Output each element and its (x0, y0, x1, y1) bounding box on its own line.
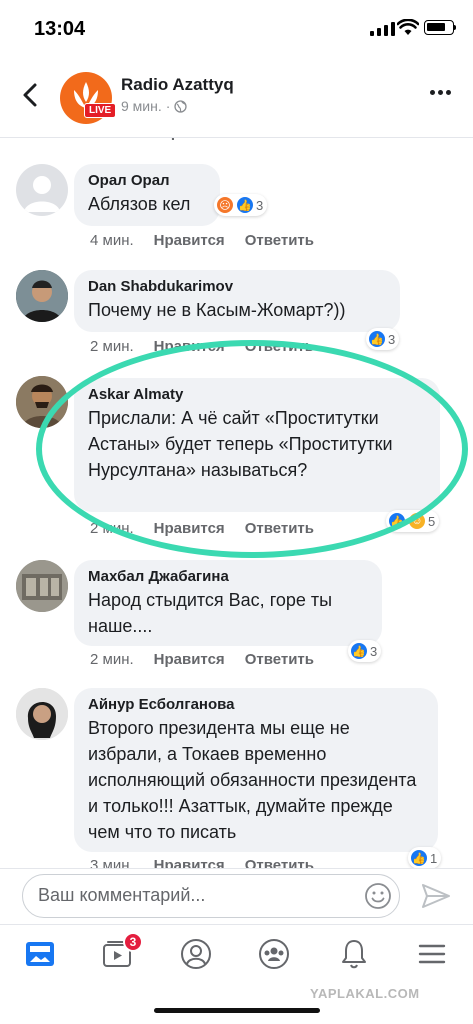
user-photo (16, 376, 68, 428)
user-photo (16, 688, 68, 740)
comment-author[interactable]: Айнур Есболганова (88, 696, 424, 713)
comment-actions: 2 мин. Нравится Ответить (90, 520, 314, 537)
send-icon[interactable] (420, 882, 452, 910)
comment-time: 2 мин. (90, 520, 134, 537)
comment-actions: 4 мин. Нравится Ответить (90, 232, 314, 249)
like-reaction-icon: 👍 (350, 642, 368, 660)
tab-profile-icon[interactable] (178, 936, 214, 972)
comment-bubble: Махбал Джабагина Народ стыдится Вас, гор… (74, 560, 382, 646)
post-time: 9 мин. (121, 98, 162, 114)
comment-author[interactable]: Орал Орал (88, 172, 206, 189)
like-button[interactable]: Нравится (154, 651, 225, 668)
comment-bubble: Айнур Есболганова Второго президента мы … (74, 688, 438, 852)
default-user-icon (24, 176, 60, 212)
globe-icon (174, 99, 188, 113)
battery-icon (424, 20, 456, 35)
reaction-summary[interactable]: 👍 1 (408, 847, 442, 869)
reaction-summary[interactable]: 👍 3 (366, 328, 400, 350)
comment-text: Аблязов кел (88, 194, 191, 214)
comment-bubble: Dan Shabdukarimov Почему не в Касым-Жома… (74, 270, 400, 332)
like-reaction-icon: 👍 (388, 512, 406, 530)
comment-time: 4 мин. (90, 232, 134, 249)
page-name[interactable]: Radio Azattyq (121, 75, 234, 95)
user-photo (16, 560, 68, 612)
post-header: Radio Azattyq 9 мин. · (0, 58, 473, 138)
notification-badge: 3 (123, 932, 143, 952)
reaction-count: 5 (428, 513, 436, 529)
reply-button[interactable]: Ответить (245, 232, 314, 249)
comment-bubble: Askar Almaty Прислали: А чё сайт «Прости… (74, 378, 440, 512)
reply-button[interactable]: Ответить (245, 338, 314, 355)
reaction-count: 3 (388, 331, 396, 347)
comment-bubble: Орал Орал Аблязов кел (74, 164, 220, 226)
reaction-count: 3 (256, 197, 264, 213)
tab-notifications-bell-icon[interactable] (336, 936, 372, 972)
meta-separator: · (165, 98, 171, 114)
comment-text: Почему не в Касым-Жомарт?)) (88, 300, 346, 320)
reaction-summary[interactable]: ☹ 👍 3 (214, 194, 268, 216)
status-time: 13:04 (34, 18, 86, 40)
reaction-count: 1 (430, 850, 438, 866)
reply-button[interactable]: Ответить (245, 520, 314, 537)
tab-groups-icon[interactable] (256, 936, 292, 972)
tab-news-feed-icon[interactable] (22, 936, 58, 972)
haha-reaction-icon: ☺ (408, 512, 426, 530)
back-arrow-icon[interactable] (16, 80, 46, 110)
like-button[interactable]: Нравится (154, 520, 225, 537)
like-reaction-icon: 👍 (236, 196, 254, 214)
status-bar: 13:04 (0, 0, 473, 58)
like-button[interactable]: Нравится (154, 338, 225, 355)
home-indicator (154, 1008, 320, 1013)
comment-author[interactable]: Dan Shabdukarimov (88, 278, 386, 295)
live-badge: LIVE (84, 103, 117, 118)
post-meta: 9 мин. · (121, 98, 188, 114)
like-button[interactable]: Нравится (154, 232, 225, 249)
avatar[interactable] (16, 164, 68, 216)
comment-actions: 2 мин. Нравится Ответить (90, 338, 314, 355)
comment-text: Второго президента мы еще не избрали, а … (88, 718, 417, 842)
watermark: YAPLAKAL.COM (310, 986, 420, 1001)
comment-author[interactable]: Махбал Джабагина (88, 568, 368, 585)
comment-time: 2 мин. (90, 338, 134, 355)
tab-menu-hamburger-icon[interactable] (414, 936, 450, 972)
avatar[interactable] (16, 270, 68, 322)
comment-text: Народ стыдится Вас, горе ты наше.... (88, 590, 333, 636)
reaction-summary[interactable]: 👍 ☺ 5 (386, 510, 440, 532)
reply-button[interactable]: Ответить (245, 651, 314, 668)
reaction-count: 3 (370, 643, 378, 659)
cellular-signal-icon (370, 22, 395, 36)
emoji-icon[interactable] (364, 882, 392, 910)
comment-time: 2 мин. (90, 651, 134, 668)
user-photo (16, 270, 68, 322)
angry-reaction-icon: ☹ (216, 196, 234, 214)
avatar[interactable] (16, 376, 68, 428)
comment-actions: 2 мин. Нравится Ответить (90, 651, 314, 668)
like-reaction-icon: 👍 (410, 849, 428, 867)
comment-author[interactable]: Askar Almaty (88, 386, 426, 403)
wifi-icon (397, 19, 419, 35)
avatar[interactable] (16, 688, 68, 740)
more-options-icon[interactable] (430, 90, 451, 95)
comment-text: Прислали: А чё сайт «Проститутки Астаны»… (88, 408, 393, 480)
avatar[interactable] (16, 560, 68, 612)
like-reaction-icon: 👍 (368, 330, 386, 348)
reaction-summary[interactable]: 👍 3 (348, 640, 382, 662)
comment-input-placeholder: Ваш комментарий... (38, 885, 206, 905)
